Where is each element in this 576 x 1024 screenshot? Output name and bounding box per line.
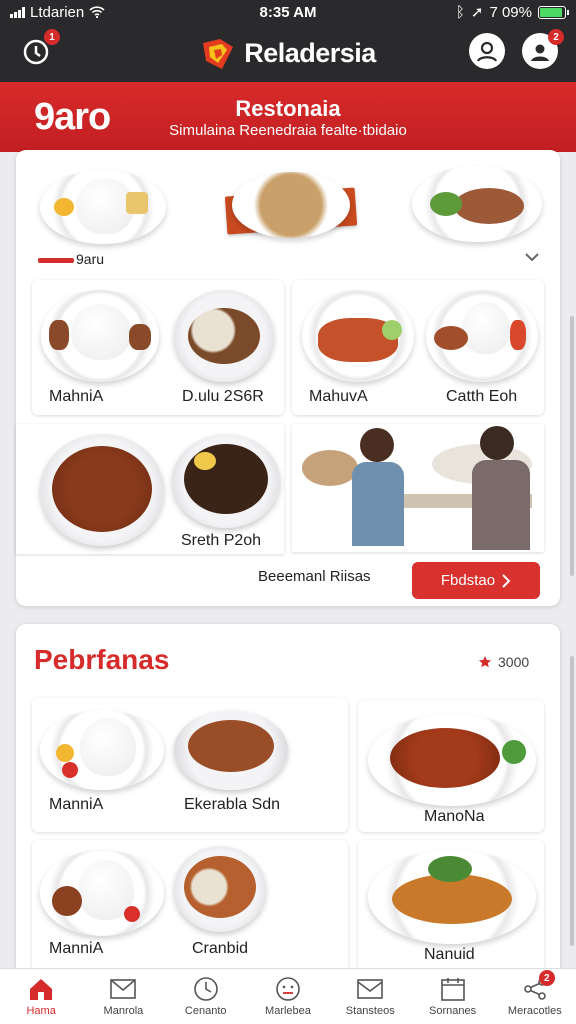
brand: Reladersia: [200, 35, 376, 71]
notification-badge: 1: [44, 29, 60, 45]
dish-tile[interactable]: ManniA Cranbid: [32, 840, 348, 968]
carrier-label: Ltdarien: [30, 3, 85, 21]
nav-item-map[interactable]: Manrola: [82, 969, 164, 1024]
nav-item-face[interactable]: Marlebea: [247, 969, 329, 1024]
dish-tile[interactable]: Sreth P2oh: [16, 424, 284, 554]
battery-label: 7 09%: [489, 3, 532, 21]
section-label: 9aru: [76, 251, 105, 267]
button-label: Fbdstao: [440, 572, 496, 589]
battery-icon: [538, 5, 569, 19]
alarm-button[interactable]: 1: [18, 29, 60, 69]
dish-label: Nanuid: [424, 946, 475, 963]
dining-illustration: [292, 424, 544, 552]
nav-item-mail[interactable]: Stansteos: [329, 969, 411, 1024]
section-indicator: [38, 258, 74, 263]
rating: 3000: [478, 654, 529, 670]
account-badge: 2: [548, 29, 564, 45]
dish-label: ManniA: [49, 940, 104, 957]
clock-icon: [192, 976, 220, 1002]
calendar-icon: [439, 976, 467, 1002]
nav-item-clock[interactable]: Cenanto: [165, 969, 247, 1024]
nav-item-calendar[interactable]: Sornanes: [411, 969, 493, 1024]
map-icon: [109, 976, 137, 1002]
section-title: Pebrfanas: [34, 644, 170, 675]
dish-label: MahniA: [49, 388, 104, 405]
face-icon: [274, 976, 302, 1002]
dish-label: D.ulu 2S6R: [182, 388, 264, 405]
bluetooth-icon: ᛒ: [455, 3, 465, 21]
dish-tile[interactable]: ManoNa: [358, 700, 544, 832]
dish-label: Sreth P2oh: [181, 532, 262, 549]
status-bar: Ltdarien 8:35 AM ᛒ ➚ 7 09%: [0, 0, 576, 24]
wifi-icon: [89, 6, 105, 18]
dish-tile[interactable]: ManniA Ekerabla Sdn: [32, 698, 348, 832]
dish-label: MahuvA: [309, 388, 368, 405]
chevron-down-icon[interactable]: [525, 252, 539, 262]
dish-image[interactable]: [232, 172, 350, 238]
chevron-right-icon: [502, 573, 511, 588]
dish-tile[interactable]: MahniA D.ulu 2S6R: [32, 280, 284, 415]
banner-subtitle: Simulaina Reenedraia fealte·tbidaio: [169, 122, 407, 139]
brand-logo-icon: [200, 35, 236, 71]
scrollbar[interactable]: [570, 316, 574, 576]
footer-text: Beeemanl Riisas: [258, 568, 371, 585]
account-button[interactable]: 2: [522, 29, 564, 69]
dish-label: Catth Eoh: [446, 388, 518, 405]
mail-icon: [356, 976, 384, 1002]
banner-title: Restonaia: [235, 96, 341, 121]
dish-image[interactable]: [40, 170, 166, 244]
home-icon: [27, 976, 55, 1002]
dish-label: ManoNa: [424, 808, 485, 825]
app-title: Reladersia: [244, 37, 376, 68]
scrollbar[interactable]: [570, 656, 574, 946]
dish-tile[interactable]: MahuvA Catth Eoh: [292, 280, 544, 415]
dish-label: ManniA: [49, 796, 104, 813]
star-icon: [479, 656, 491, 668]
signal-icon: [10, 6, 25, 18]
nav-item-home[interactable]: Hama: [0, 969, 82, 1024]
dish-tile[interactable]: Nanuid: [358, 840, 544, 968]
location-icon: ➚: [470, 4, 484, 21]
bottom-nav: Hama Manrola Cenanto Marlebea Stansteos …: [0, 968, 576, 1024]
share-icon: 2: [521, 970, 555, 1002]
profile-button[interactable]: [469, 33, 505, 69]
user-icon: [476, 41, 498, 62]
view-all-button[interactable]: Fbdstao: [412, 562, 540, 599]
share-badge: 2: [538, 970, 555, 986]
user-group-icon: [531, 44, 549, 61]
nav-item-share[interactable]: 2 Meracotles: [494, 969, 576, 1024]
dish-label: Cranbid: [192, 940, 249, 957]
clock-time: 8:35 AM: [259, 3, 317, 21]
app-header: 1 Reladersia 2: [0, 24, 576, 82]
promo-banner: 9aro Restonaia Simulaina Reenedraia feal…: [0, 82, 576, 152]
dish-label: Ekerabla Sdn: [184, 796, 281, 813]
dish-image[interactable]: [412, 166, 542, 242]
